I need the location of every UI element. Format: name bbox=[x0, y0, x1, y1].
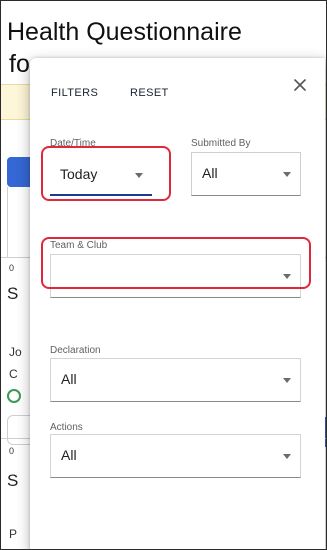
list-item-title-fragment: S bbox=[7, 284, 19, 303]
primary-action-button[interactable] bbox=[7, 157, 31, 187]
declaration-value: All bbox=[61, 371, 77, 387]
date-time-label: Date/Time bbox=[50, 138, 96, 149]
page-title-fragment: fo bbox=[9, 50, 30, 78]
check-circle-icon bbox=[7, 389, 21, 403]
focus-underline bbox=[50, 194, 152, 196]
chevron-down-icon bbox=[283, 454, 291, 459]
filters-panel: FILTERS RESET Date/Time Today Submitted … bbox=[30, 58, 325, 549]
chevron-down-icon bbox=[283, 274, 291, 279]
actions-label: Actions bbox=[50, 422, 83, 433]
submitted-by-label: Submitted By bbox=[191, 138, 251, 149]
list-item-date-fragment: 0 bbox=[9, 263, 15, 273]
declaration-select[interactable]: All bbox=[50, 358, 301, 402]
list-item-name-fragment: Jo bbox=[9, 345, 22, 359]
reset-button[interactable]: RESET bbox=[130, 87, 169, 99]
actions-value: All bbox=[61, 447, 77, 463]
app-frame: Health Questionnaire fo 0 S Jo C 0 S P F… bbox=[0, 0, 327, 550]
date-time-value: Today bbox=[60, 166, 98, 182]
list-item-date-fragment-2: 0 bbox=[9, 446, 15, 456]
page-title: Health Questionnaire bbox=[7, 18, 242, 46]
chevron-down-icon bbox=[283, 378, 291, 383]
team-club-select[interactable] bbox=[50, 254, 301, 298]
chevron-down-icon bbox=[283, 172, 291, 177]
submitted-by-select[interactable]: All bbox=[191, 152, 301, 196]
declaration-label: Declaration bbox=[50, 345, 101, 356]
filters-tab[interactable]: FILTERS bbox=[51, 87, 98, 99]
date-time-select[interactable]: Today bbox=[50, 154, 152, 196]
list-item-detail-fragment: P bbox=[9, 527, 18, 541]
actions-select[interactable]: All bbox=[50, 434, 301, 478]
filters-header: FILTERS RESET bbox=[30, 58, 325, 128]
list-item-club-fragment: C bbox=[9, 367, 18, 381]
submitted-by-value: All bbox=[202, 165, 218, 181]
close-icon[interactable] bbox=[291, 76, 309, 94]
team-club-label: Team & Club bbox=[50, 240, 108, 251]
list-item-title-fragment-2: S bbox=[7, 471, 19, 490]
chevron-down-icon bbox=[135, 173, 143, 178]
